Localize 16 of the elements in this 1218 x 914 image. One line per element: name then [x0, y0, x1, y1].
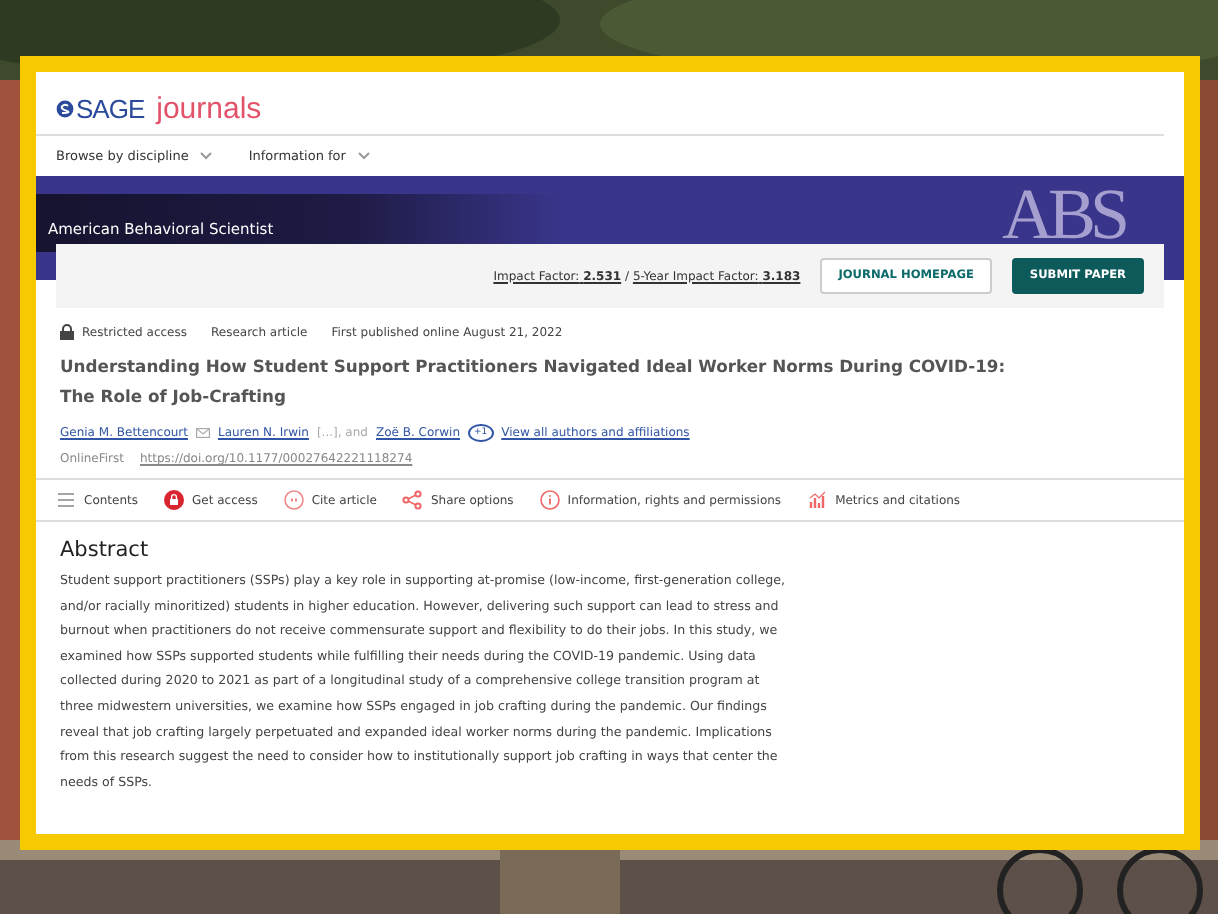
chevron-down-icon — [357, 152, 370, 160]
journal-logo: ABS — [1001, 178, 1124, 250]
lock-icon — [60, 324, 74, 340]
logo-icon — [56, 99, 74, 117]
chevron-down-icon — [200, 152, 213, 160]
logo-mark[interactable]: SAGE — [56, 93, 145, 123]
menu-icon — [56, 490, 76, 510]
logo-text: SAGE — [76, 93, 145, 123]
lock-icon — [164, 490, 184, 510]
info-icon — [539, 490, 560, 510]
logo-word: journals — [156, 91, 262, 125]
share-icon — [402, 490, 423, 510]
article-title: Understanding How Student Support Practitioners Navigated Ideal Worker Norms During COVID-19: The Role of Job-Crafting — [60, 354, 1008, 410]
abstract-heading: Abstract — [60, 538, 151, 562]
bar-chart-icon — [807, 490, 828, 510]
quote-icon — [283, 490, 304, 510]
